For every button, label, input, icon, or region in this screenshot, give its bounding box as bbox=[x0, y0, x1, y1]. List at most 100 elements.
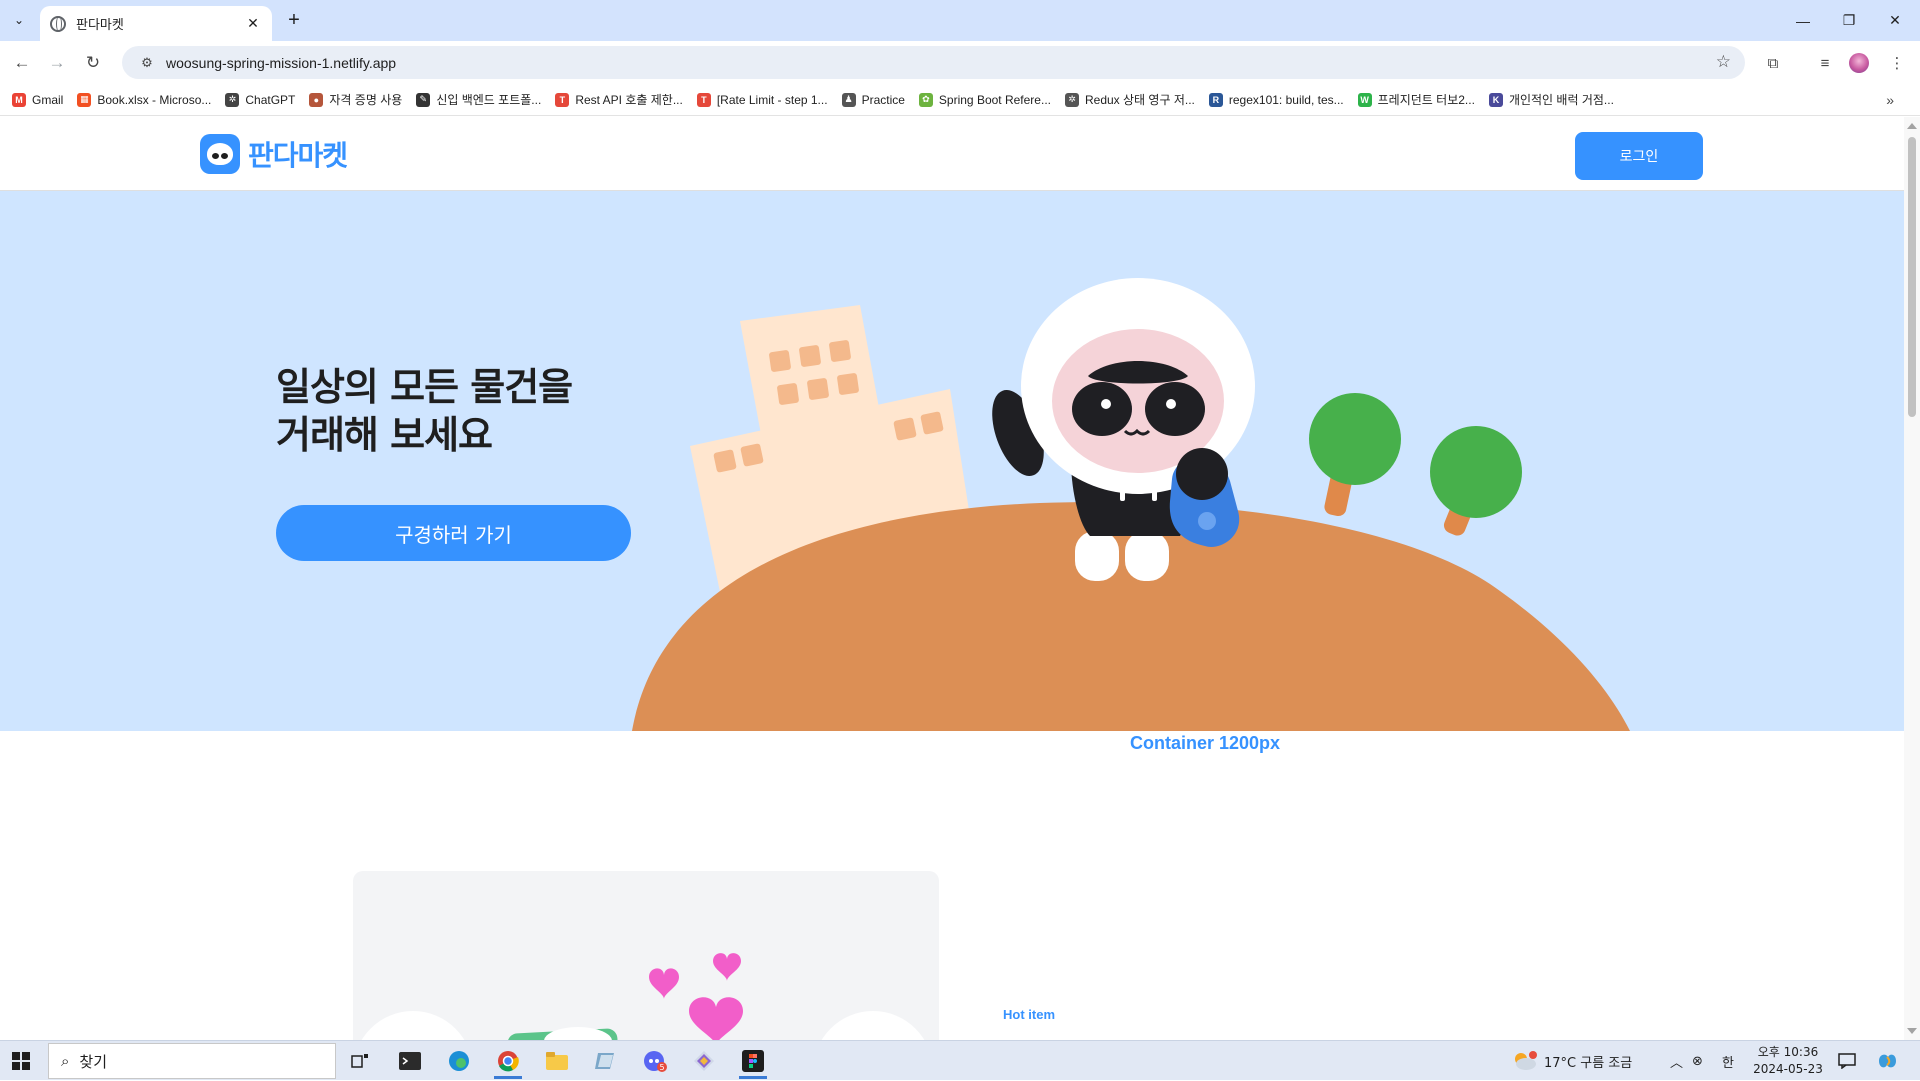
terminal-app-icon[interactable] bbox=[392, 1045, 428, 1077]
media-queue-icon[interactable]: ≡ bbox=[1812, 50, 1838, 76]
site-header: 판다마켓 로그인 bbox=[0, 117, 1904, 191]
bookmark-item[interactable]: ♟ Practice bbox=[841, 92, 905, 107]
hero-title-line1: 일상의 모든 물건을 bbox=[276, 365, 573, 409]
bookmark-favicon-icon: K bbox=[1488, 92, 1503, 107]
bookmark-favicon-icon: ♟ bbox=[841, 92, 856, 107]
bookmark-favicon-icon: ● bbox=[309, 92, 324, 107]
site-logo[interactable]: 판다마켓 bbox=[200, 134, 348, 174]
feature-illustration-card bbox=[353, 871, 939, 1040]
file-explorer-icon[interactable] bbox=[539, 1045, 575, 1077]
bookmark-item[interactable]: K 개인적인 배럭 거점... bbox=[1488, 91, 1614, 108]
hero-banner: 일상의 모든 물건을 거래해 보세요 구경하러 가기 bbox=[0, 191, 1904, 731]
bookmark-item[interactable]: ▦ Book.xlsx - Microso... bbox=[77, 92, 211, 107]
bookmark-label: Spring Boot Refere... bbox=[938, 92, 1051, 107]
bookmark-item[interactable]: Rregex101: build, tes... bbox=[1208, 92, 1344, 107]
bookmark-favicon-icon: ✎ bbox=[416, 92, 431, 107]
bookmark-item[interactable]: ● 자격 증명 사용 bbox=[309, 91, 402, 108]
hero-illustration bbox=[632, 278, 1630, 731]
bookmark-label: Gmail bbox=[32, 92, 64, 107]
bookmarks-bar: M Gmail ▦ Book.xlsx - Microso... ✲ ChatGPT ● 자격… bbox=[0, 84, 1920, 116]
bookmark-favicon-icon: W bbox=[1357, 92, 1372, 107]
tab-search-chevron-icon[interactable]: ⌄ bbox=[6, 8, 32, 32]
hearts-illustration bbox=[361, 953, 925, 1040]
dev-tool-app-icon[interactable] bbox=[686, 1045, 722, 1077]
bookmark-item[interactable]: T Rest API 호출 제한... bbox=[555, 91, 683, 108]
site-info-icon[interactable]: ⚙ bbox=[132, 55, 162, 71]
weather-widget[interactable]: 17°C 구름 조금 bbox=[1512, 1041, 1632, 1081]
scroll-down-arrow-icon[interactable] bbox=[1907, 1028, 1917, 1034]
minimize-icon[interactable]: — bbox=[1780, 0, 1826, 41]
bookmark-favicon-icon: R bbox=[1208, 92, 1223, 107]
bookmark-label: regex101: build, tes... bbox=[1228, 92, 1344, 107]
login-button[interactable]: 로그인 bbox=[1575, 132, 1703, 180]
bookmark-star-icon[interactable]: ☆ bbox=[1716, 52, 1731, 72]
search-icon: ⌕ bbox=[61, 1052, 70, 1070]
container-width-label: Container 1200px bbox=[1130, 733, 1281, 753]
notification-chat-icon[interactable] bbox=[1838, 1041, 1856, 1081]
windows-start-icon[interactable] bbox=[12, 1052, 30, 1070]
page-scrollbar[interactable] bbox=[1904, 117, 1920, 1040]
extensions-puzzle-icon[interactable]: ⧉ bbox=[1760, 50, 1786, 76]
panda-logo-icon bbox=[200, 134, 240, 174]
bookmark-item[interactable]: ✲ Redux 상태 영구 저... bbox=[1064, 91, 1195, 108]
scroll-up-arrow-icon[interactable] bbox=[1907, 123, 1917, 129]
tab-title: 판다마켓 bbox=[76, 17, 124, 32]
ime-indicator[interactable]: 한 bbox=[1722, 1041, 1734, 1081]
taskbar-search-box[interactable]: ⌕ 찾기 bbox=[48, 1043, 336, 1079]
window-close-icon[interactable]: ✕ bbox=[1872, 0, 1918, 41]
bookmark-label: 자격 증명 사용 bbox=[329, 93, 403, 107]
copilot-icon[interactable] bbox=[1876, 1041, 1898, 1081]
clock-date: 2024-05-23 bbox=[1753, 1062, 1823, 1076]
bookmark-item[interactable]: T [Rate Limit - step 1... bbox=[696, 92, 828, 107]
browse-items-button[interactable]: 구경하러 가기 bbox=[276, 505, 631, 561]
profile-avatar[interactable] bbox=[1849, 53, 1869, 73]
scrollbar-thumb[interactable] bbox=[1908, 137, 1916, 417]
bookmark-label: 프레지던트 터보2... bbox=[1377, 93, 1475, 107]
discord-app-icon[interactable]: 5 bbox=[637, 1045, 673, 1077]
task-view-icon[interactable] bbox=[342, 1045, 378, 1077]
windows-taskbar: ⌕ 찾기 5 17°C 구름 조금 ︿ ⊗ 한 오후 10:36 2024-05… bbox=[0, 1040, 1920, 1080]
back-arrow-icon[interactable]: ← bbox=[8, 49, 36, 77]
reload-icon[interactable]: ↻ bbox=[79, 49, 107, 77]
bookmark-label: Practice bbox=[861, 92, 905, 107]
tray-status-icon[interactable]: ⊗ bbox=[1692, 1041, 1703, 1081]
bookmark-item[interactable]: ✲ ChatGPT bbox=[225, 92, 296, 107]
bookmark-label: ChatGPT bbox=[245, 92, 296, 107]
page-viewport: 판다마켓 로그인 일상의 모든 물건을 거래해 보세요 구경하러 가기 Cont… bbox=[0, 117, 1904, 1040]
chrome-browser-icon[interactable] bbox=[490, 1045, 526, 1079]
tree-illustration bbox=[1309, 393, 1522, 536]
hot-item-label: Hot item bbox=[1003, 1007, 1055, 1022]
bookmark-label: Rest API 호출 제한... bbox=[575, 93, 683, 107]
restore-icon[interactable]: ❐ bbox=[1826, 0, 1872, 41]
taskbar-clock[interactable]: 오후 10:36 2024-05-23 bbox=[1752, 1044, 1824, 1078]
bookmark-item[interactable]: W 프레지던트 터보2... bbox=[1357, 91, 1475, 108]
bookmark-item[interactable]: ✎ 신입 백엔드 포트폴... bbox=[416, 91, 541, 108]
address-bar[interactable]: ⚙ woosung-spring-mission-1.netlify.app ☆ bbox=[122, 46, 1745, 79]
browser-toolbar: ← → ↻ ⚙ woosung-spring-mission-1.netlify… bbox=[0, 41, 1920, 84]
edge-browser-icon[interactable] bbox=[441, 1045, 477, 1077]
hero-title: 일상의 모든 물건을 거래해 보세요 bbox=[276, 363, 573, 459]
bookmark-favicon-icon: ▦ bbox=[77, 92, 92, 107]
logo-text: 판다마켓 bbox=[248, 139, 348, 172]
figma-app-icon[interactable] bbox=[735, 1045, 771, 1079]
bookmark-item[interactable]: ✿ Spring Boot Refere... bbox=[918, 92, 1051, 107]
url-text[interactable]: woosung-spring-mission-1.netlify.app bbox=[166, 55, 396, 71]
bookmark-label: 신입 백엔드 포트폴... bbox=[436, 93, 542, 107]
bookmark-favicon-icon: T bbox=[555, 92, 570, 107]
svg-text:5: 5 bbox=[659, 1063, 664, 1072]
tray-expand-chevron-icon[interactable]: ︿ bbox=[1670, 1041, 1683, 1081]
forward-arrow-icon[interactable]: → bbox=[43, 49, 71, 77]
notes-app-icon[interactable] bbox=[588, 1045, 624, 1077]
bookmarks-overflow-chevron-icon[interactable]: » bbox=[1886, 92, 1894, 108]
kebab-menu-icon[interactable]: ⋮ bbox=[1884, 50, 1910, 76]
bookmark-item[interactable]: M Gmail bbox=[12, 92, 64, 107]
hero-title-line2: 거래해 보세요 bbox=[276, 413, 493, 457]
new-tab-plus-icon[interactable]: + bbox=[282, 8, 306, 32]
globe-icon bbox=[50, 15, 66, 32]
browser-tab-active[interactable]: 판다마켓 ✕ bbox=[40, 6, 272, 41]
bookmark-favicon-icon: M bbox=[12, 92, 26, 107]
bookmark-favicon-icon: ✲ bbox=[1064, 92, 1079, 107]
tab-close-icon[interactable]: ✕ bbox=[244, 15, 262, 32]
bookmark-label: [Rate Limit - step 1... bbox=[716, 92, 828, 107]
bookmark-favicon-icon: T bbox=[696, 92, 711, 107]
